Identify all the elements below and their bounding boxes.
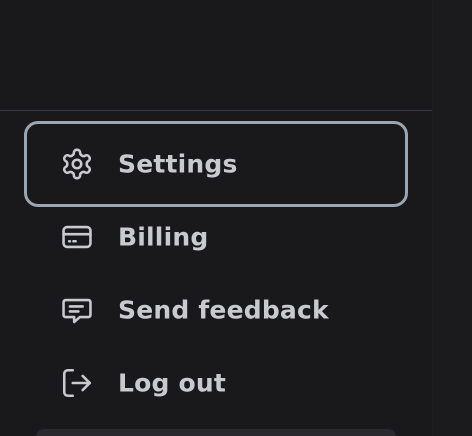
gear-icon: [60, 147, 94, 181]
menu-item-send-feedback[interactable]: Send feedback: [24, 279, 408, 341]
credit-card-icon: [60, 220, 94, 254]
next-menu-element-edge: [36, 429, 396, 436]
menu-divider: [0, 110, 432, 111]
menu-item-label: Billing: [118, 222, 209, 252]
message-icon: [60, 293, 94, 327]
account-menu-page: Settings Billing Send feedback Log out: [0, 0, 472, 436]
menu-item-label: Send feedback: [118, 295, 329, 325]
log-out-icon: [60, 366, 94, 400]
menu-item-billing[interactable]: Billing: [24, 206, 408, 268]
menu-item-label: Log out: [118, 368, 227, 398]
account-menu-panel: Settings Billing Send feedback Log out: [0, 0, 432, 436]
menu-item-label: Settings: [118, 149, 238, 179]
background-strip: [432, 0, 472, 436]
menu-item-settings[interactable]: Settings: [24, 121, 408, 207]
menu-item-log-out[interactable]: Log out: [24, 352, 408, 414]
